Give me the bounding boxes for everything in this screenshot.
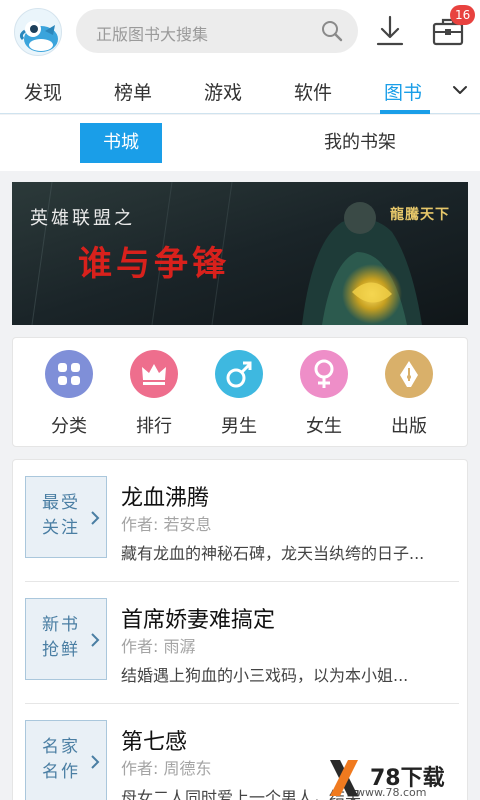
nav-tabs: 发现 榜单 游戏 软件 图书 [0, 64, 480, 114]
category-publish[interactable]: 出版 [379, 350, 439, 438]
top-bar: 正版图书大搜集 16 [0, 0, 480, 64]
category-label: 出版 [391, 416, 427, 437]
book-list: 最受关注 龙血沸腾 作者: 若安息 藏有龙血的神秘石碑，龙天当纨绔的日子... … [12, 459, 468, 800]
notification-badge: 16 [450, 5, 476, 25]
book-description: 藏有龙血的神秘石碑，龙天当纨绔的日子... [121, 544, 425, 563]
banner-subtitle: 英雄联盟之 [30, 208, 135, 229]
section-tag-new-books[interactable]: 新书抢鲜 [25, 598, 107, 680]
chevron-right-icon [91, 633, 100, 647]
tab-active-indicator [380, 110, 430, 114]
category-label: 分类 [51, 416, 87, 437]
category-classify[interactable]: 分类 [39, 350, 99, 438]
list-item[interactable]: 最受关注 龙血沸腾 作者: 若安息 藏有龙血的神秘石碑，龙天当纨绔的日子... [25, 460, 459, 582]
section-tag-label: 最受关注 [42, 493, 80, 538]
segment-bookstore[interactable]: 书城 [80, 123, 162, 163]
chevron-down-icon[interactable] [450, 80, 470, 100]
tab-games[interactable]: 游戏 [204, 78, 242, 105]
app-logo-icon[interactable] [14, 8, 62, 56]
promo-banner[interactable]: 英雄联盟之 谁与争锋 龍騰天下 [12, 182, 468, 325]
pen-nib-icon [385, 350, 433, 398]
category-ranking[interactable]: 排行 [124, 350, 184, 438]
segment-control: 书城 我的书架 [0, 115, 480, 171]
segment-my-bookshelf[interactable]: 我的书架 [300, 123, 420, 163]
banner-title: 谁与争锋 [78, 244, 230, 284]
tab-discover[interactable]: 发现 [24, 78, 62, 105]
search-icon[interactable] [320, 19, 344, 43]
tab-software[interactable]: 软件 [294, 78, 332, 105]
male-icon [215, 350, 263, 398]
chevron-right-icon [91, 755, 100, 769]
search-bar[interactable]: 正版图书大搜集 [76, 9, 358, 53]
book-title[interactable]: 龙血沸腾 [121, 480, 209, 512]
book-description: 结婚遇上狗血的小三戏码，以为本小姐... [121, 666, 409, 685]
book-author: 作者: 周德东 [121, 759, 212, 778]
tab-books[interactable]: 图书 [384, 78, 422, 105]
female-icon [300, 350, 348, 398]
crown-icon [130, 350, 178, 398]
list-item[interactable]: 新书抢鲜 首席娇妻难搞定 作者: 雨潺 结婚遇上狗血的小三戏码，以为本小姐... [25, 582, 459, 704]
grid-icon [45, 350, 93, 398]
section-tag-label: 新书抢鲜 [42, 615, 80, 660]
search-input[interactable]: 正版图书大搜集 [96, 21, 208, 45]
book-title[interactable]: 第七感 [121, 724, 187, 756]
watermark-url: www.78.com [356, 786, 427, 799]
book-title[interactable]: 首席娇妻难搞定 [121, 602, 275, 634]
banner-logo-text: 龍騰天下 [390, 207, 450, 223]
category-grid: 分类 排行 男生 女生 出版 [12, 337, 468, 447]
category-label: 男生 [221, 416, 257, 437]
category-label: 女生 [306, 416, 342, 437]
tab-charts[interactable]: 榜单 [114, 78, 152, 105]
book-author: 作者: 若安息 [121, 515, 212, 534]
section-tag-most-followed[interactable]: 最受关注 [25, 476, 107, 558]
category-male[interactable]: 男生 [209, 350, 269, 438]
download-icon[interactable] [374, 14, 406, 48]
section-tag-label: 名家名作 [42, 737, 80, 782]
watermark: 78下载 www.78.com [326, 756, 480, 800]
category-female[interactable]: 女生 [294, 350, 354, 438]
section-tag-famous-works[interactable]: 名家名作 [25, 720, 107, 800]
category-label: 排行 [136, 416, 172, 437]
book-author: 作者: 雨潺 [121, 637, 196, 656]
chevron-right-icon [91, 511, 100, 525]
